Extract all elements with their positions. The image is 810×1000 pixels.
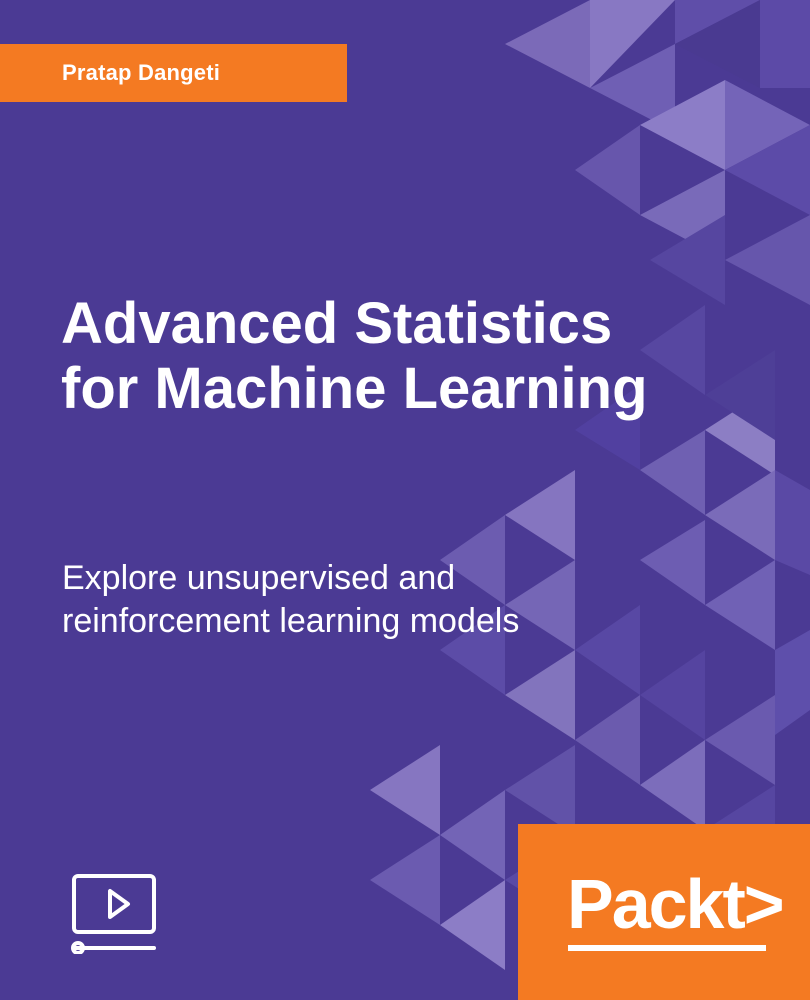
subtitle-line-1: Explore unsupervised and (62, 559, 456, 597)
book-title: Advanced Statistics for Machine Learning (61, 291, 781, 421)
author-name: Pratap Dangeti (62, 60, 221, 85)
title-line-1: Advanced Statistics (61, 290, 613, 356)
publisher-logo: Packt> (567, 864, 785, 944)
publisher-block: Packt> (518, 824, 810, 1000)
video-play-icon (71, 874, 156, 954)
title-line-2: for Machine Learning (61, 355, 648, 421)
publisher-logo-underline (568, 945, 766, 951)
author-band: Pratap Dangeti (0, 44, 347, 102)
subtitle-line-2: reinforcement learning models (62, 602, 520, 640)
book-subtitle: Explore unsupervised and reinforcement l… (62, 557, 622, 643)
book-cover: Pratap Dangeti Advanced Statistics for M… (0, 0, 810, 1000)
publisher-name: Packt (567, 865, 746, 943)
publisher-logo-glyph: > (743, 865, 785, 943)
